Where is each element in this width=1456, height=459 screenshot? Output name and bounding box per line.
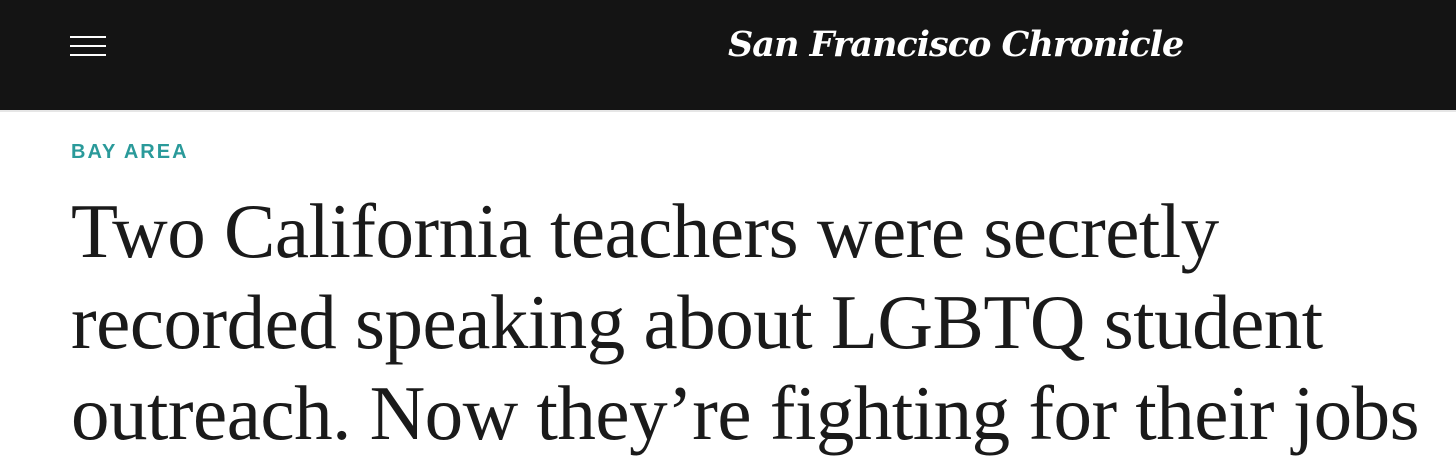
- site-header: San Francisco Chronicle: [0, 0, 1456, 110]
- site-logo[interactable]: San Francisco Chronicle: [728, 20, 1184, 70]
- article-headline: Two California teachers were secretly re…: [71, 188, 1420, 456]
- section-link[interactable]: BAY AREA: [71, 141, 189, 164]
- hamburger-menu-icon[interactable]: [70, 36, 106, 58]
- menu-line: [70, 45, 106, 47]
- menu-line: [70, 36, 106, 38]
- menu-line: [70, 54, 106, 56]
- header-divider: [0, 110, 1456, 112]
